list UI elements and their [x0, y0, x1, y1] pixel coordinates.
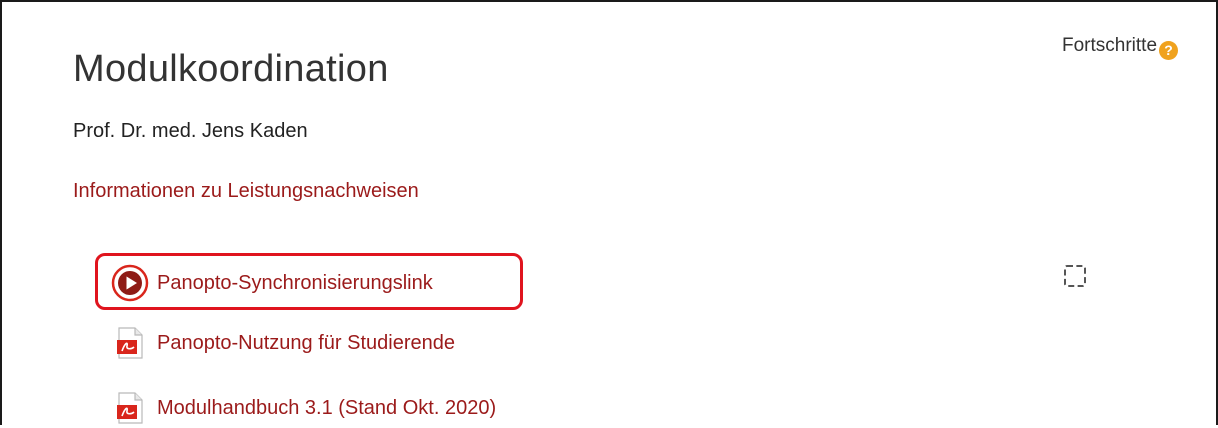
activity-pdf-modulhandbuch[interactable]: Modulhandbuch 3.1 (Stand Okt. 2020): [110, 388, 496, 428]
section-summary: Prof. Dr. med. Jens Kaden: [73, 120, 308, 142]
info-link[interactable]: Informationen zu Leistungsnachweisen: [73, 180, 419, 203]
pdf-file-icon: [110, 323, 150, 363]
progress-label: Fortschritte: [1062, 35, 1158, 56]
progress-header: Fortschritte ?: [1062, 35, 1179, 60]
section-title: Modulkoordination: [73, 48, 389, 90]
activity-label[interactable]: Panopto-Nutzung für Studierende: [157, 332, 455, 355]
activity-pdf-panopto-usage[interactable]: Panopto-Nutzung für Studierende: [110, 323, 455, 363]
activity-label[interactable]: Modulhandbuch 3.1 (Stand Okt. 2020): [157, 397, 496, 420]
help-icon[interactable]: ?: [1159, 40, 1179, 60]
pdf-file-icon: [110, 388, 150, 428]
highlight-annotation: [95, 253, 523, 310]
completion-checkbox[interactable]: [1064, 265, 1086, 287]
